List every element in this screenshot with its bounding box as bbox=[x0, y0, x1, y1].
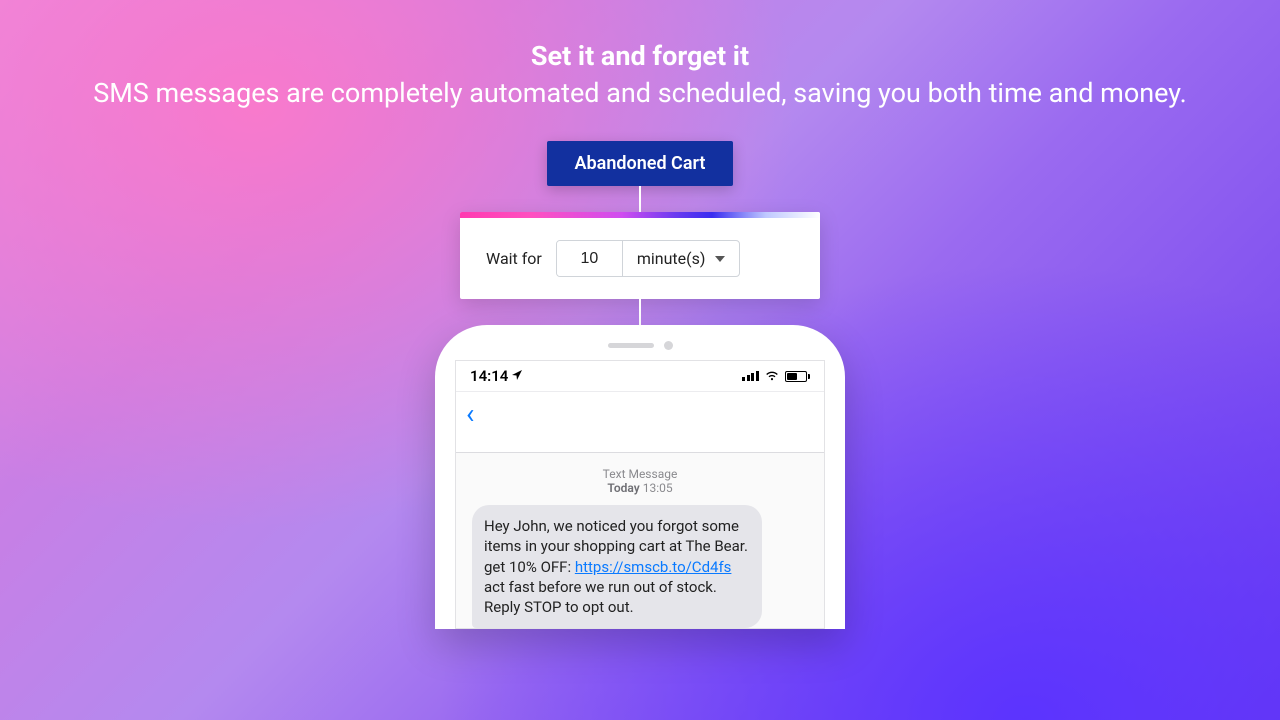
thread-header-time: 13:05 bbox=[643, 481, 673, 495]
phone-speaker bbox=[608, 343, 654, 348]
trigger-badge[interactable]: Abandoned Cart bbox=[547, 141, 734, 186]
hero-subtitle: SMS messages are completely automated an… bbox=[93, 76, 1187, 111]
wait-unit-select[interactable]: minute(s) bbox=[623, 241, 740, 276]
chevron-down-icon bbox=[715, 256, 725, 262]
automation-flow: Abandoned Cart Wait for minute(s) 14:14 bbox=[435, 141, 845, 629]
hero-header: Set it and forget it SMS messages are co… bbox=[93, 40, 1187, 111]
thread-header-day: Today bbox=[607, 481, 639, 495]
hero-title: Set it and forget it bbox=[93, 40, 1187, 72]
sms-link[interactable]: https://smscb.to/Cd4fs bbox=[575, 558, 732, 576]
wait-unit-label: minute(s) bbox=[637, 249, 706, 268]
phone-screen: 14:14 ‹ Text bbox=[455, 360, 825, 629]
sms-text-after-link: act fast before we run out of stock. Rep… bbox=[484, 578, 717, 616]
wait-label: Wait for bbox=[486, 249, 542, 268]
location-icon bbox=[512, 369, 522, 383]
wait-step-card: Wait for minute(s) bbox=[460, 212, 820, 299]
battery-icon bbox=[785, 371, 811, 382]
phone-camera-dot bbox=[664, 341, 673, 350]
status-time: 14:14 bbox=[470, 367, 508, 385]
wait-input-group: minute(s) bbox=[556, 240, 741, 277]
messages-navbar: ‹ bbox=[456, 391, 824, 453]
phone-mockup: 14:14 ‹ Text bbox=[435, 325, 845, 629]
status-bar: 14:14 bbox=[456, 361, 824, 391]
back-icon[interactable]: ‹ bbox=[466, 397, 474, 430]
wait-duration-input[interactable] bbox=[557, 241, 623, 276]
cell-signal-icon bbox=[742, 371, 759, 381]
sms-bubble: Hey John, we noticed you forgot some ite… bbox=[472, 505, 762, 628]
thread-header-type: Text Message bbox=[456, 467, 824, 481]
thread-header: Text Message Today 13:05 bbox=[456, 453, 824, 505]
flow-connector bbox=[639, 299, 641, 325]
phone-notch bbox=[608, 341, 673, 350]
flow-connector bbox=[639, 186, 641, 212]
wifi-icon bbox=[765, 367, 779, 385]
